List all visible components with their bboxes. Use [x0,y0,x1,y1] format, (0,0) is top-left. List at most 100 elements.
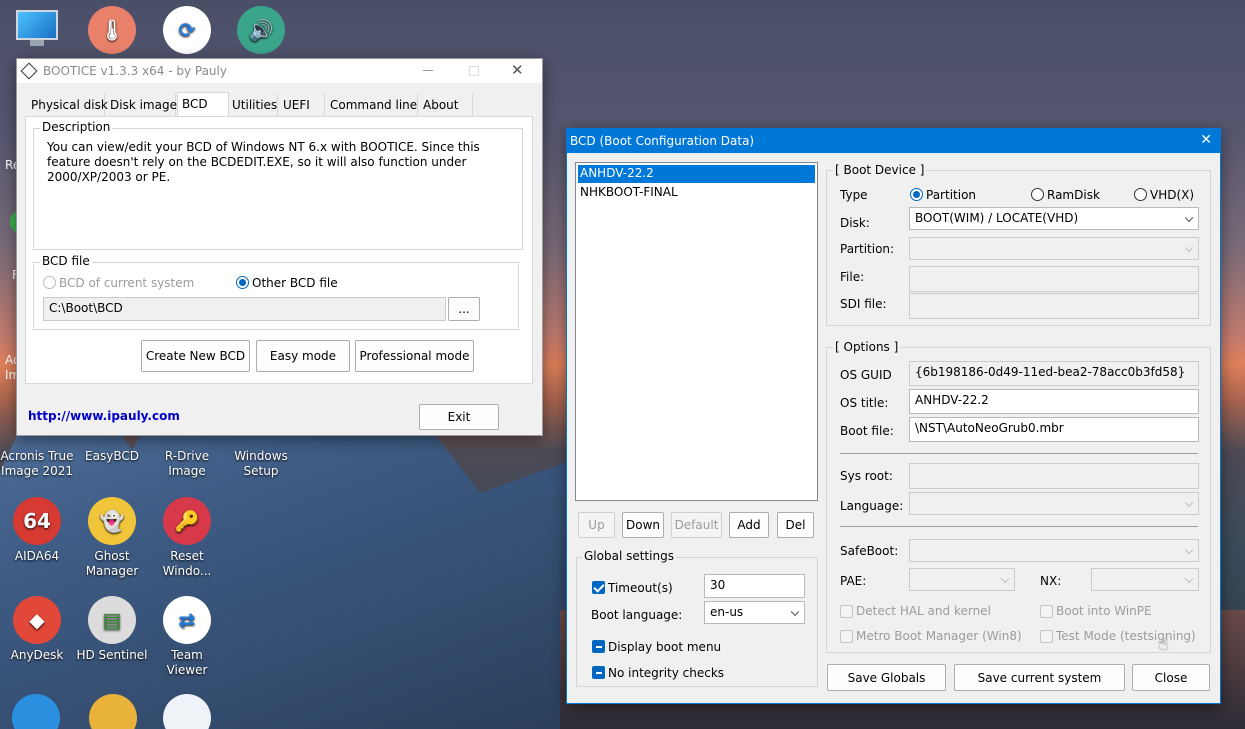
timeout-field[interactable]: 30 [704,574,805,598]
radio-vhdx[interactable] [1134,188,1147,201]
bcd-path-field[interactable]: C:\Boot\BCD [43,297,446,321]
bcd-title: BCD (Boot Configuration Data) [570,134,755,148]
desktop-icon-reset-windows[interactable]: 🔑 Reset Windo... [149,497,225,579]
close-button[interactable]: Close [1132,664,1210,691]
display-boot-menu-checkbox[interactable] [592,640,605,653]
tab-physical-disk[interactable]: Physical disk [27,94,108,116]
tab-utilities[interactable]: Utilities [228,94,278,116]
partition-select[interactable] [909,237,1199,260]
close-icon[interactable]: ✕ [1200,132,1212,148]
boot-file-field[interactable]: \NST\AutoNeoGrub0.mbr [909,417,1199,442]
file-field[interactable] [909,266,1199,292]
boot-language-label: Boot language: [591,608,683,622]
desktop-icon-anydesk[interactable]: ◆ AnyDesk [0,596,75,663]
close-icon[interactable]: ✕ [511,61,524,79]
down-button[interactable]: Down [622,512,664,538]
desktop-icon-ghost[interactable]: 👻 Ghost Manager [74,497,150,579]
create-new-bcd-button[interactable]: Create New BCD [141,340,250,372]
desktop-icon-aida64[interactable]: 64 AIDA64 [0,497,75,564]
desktop-icon-sync[interactable]: ⟳ [149,6,225,58]
global-settings-label: Global settings [582,549,676,563]
tab-about[interactable]: About [419,94,473,116]
radio-ramdisk[interactable] [1031,188,1044,201]
desktop-icon-label: AIDA64 [14,549,60,563]
radio-partition-label: Partition [926,188,977,202]
speaker-icon: 🔊 [237,6,285,54]
timeout-label: Timeout(s) [608,581,673,595]
default-button[interactable]: Default [671,512,722,538]
professional-mode-button[interactable]: Professional mode [355,340,474,372]
up-button[interactable]: Up [578,512,615,538]
website-link[interactable]: http://www.ipauly.com [28,409,180,423]
ghost-icon: 👻 [88,497,136,545]
tab-disk-image[interactable]: Disk image [106,94,177,116]
radio-partition[interactable] [910,188,923,201]
browse-button[interactable]: ... [448,297,480,321]
boot-winpe-checkbox[interactable] [1040,605,1053,618]
nx-select[interactable] [1091,568,1199,591]
disk-select[interactable]: BOOT(WIM) / LOCATE(VHD) [909,207,1199,230]
bcd-titlebar[interactable]: BCD (Boot Configuration Data) ✕ [567,129,1220,153]
mouse-cursor-icon: ☝ [1158,634,1169,655]
tab-bcd[interactable]: BCD [177,92,229,116]
description-label: Description [40,120,113,134]
desktop-icon-easybcd[interactable]: EasyBCD [74,449,150,464]
desktop-icon-rdrive[interactable]: R-Drive Image [149,449,225,479]
radio-current-system[interactable] [43,276,56,289]
pae-select[interactable] [909,568,1015,591]
os-guid-field[interactable]: {6b198186-0d49-11ed-bea2-78acc0b3fd58} [909,361,1199,386]
test-mode-label: Test Mode (testsigning) [1056,629,1196,643]
divider [840,526,1198,527]
sdi-file-label: SDI file: [840,297,887,311]
desktop-icon-label: Acronis True Image 2021 [0,449,74,478]
radio-other-bcd-label: Other BCD file [252,276,338,290]
minimize-icon[interactable] [423,70,433,71]
partition-label: Partition: [840,242,895,256]
language-select[interactable] [909,492,1199,515]
anydesk-icon: ◆ [13,596,61,644]
os-title-field[interactable]: ANHDV-22.2 [909,389,1199,414]
safeboot-label: SafeBoot: [840,544,899,558]
chevron-down-icon [790,607,800,616]
list-item[interactable]: NHKBOOT-FINAL [578,185,815,203]
desktop-icon-label: EasyBCD [85,449,139,463]
timeout-checkbox[interactable] [592,581,605,594]
add-button[interactable]: Add [729,512,769,538]
del-button[interactable]: Del [777,512,814,538]
boot-language-select[interactable]: en-us [704,601,805,624]
tab-uefi[interactable]: UEFI [279,94,325,116]
chevron-down-icon [1000,574,1010,583]
options-label: [ Options ] [833,340,901,354]
save-globals-button[interactable]: Save Globals [827,664,946,691]
desktop-icon-hd-sentinel[interactable]: ▤ HD Sentinel [74,596,150,663]
aida64-icon: 64 [13,497,61,545]
sys-root-field[interactable] [909,463,1199,489]
desktop-icon-acronis[interactable]: Acronis True Image 2021 [0,449,75,479]
language-label: Language: [840,499,904,513]
this-pc-icon[interactable] [16,10,58,48]
tab-command-line[interactable]: Command line [326,94,418,116]
detect-hal-checkbox[interactable] [840,605,853,618]
bootice-titlebar[interactable]: BOOTICE v1.3.3 x64 - by Pauly ✕ [17,59,542,83]
safeboot-select[interactable] [909,539,1199,562]
boot-winpe-label: Boot into WinPE [1056,604,1152,618]
hard-disk-icon: ▤ [88,596,136,644]
save-current-system-button[interactable]: Save current system [954,664,1125,691]
no-integrity-checkbox[interactable] [592,666,605,679]
chevron-down-icon [1184,545,1194,554]
desktop-icon-thermometer[interactable]: 🌡 [74,6,150,58]
exit-button[interactable]: Exit [419,404,499,430]
desktop-icon-sound[interactable]: 🔊 [223,6,299,58]
desktop-icon-teamviewer[interactable]: ⇄ Team Viewer [149,596,225,678]
easy-mode-button[interactable]: Easy mode [256,340,350,372]
list-item[interactable]: ANHDV-22.2 [578,165,815,183]
desktop-icon-windows-setup[interactable]: Windows Setup [223,449,299,479]
radio-other-bcd[interactable] [236,276,249,289]
maximize-icon[interactable] [469,66,479,76]
metro-checkbox[interactable] [840,630,853,643]
radio-ramdisk-label: RamDisk [1047,188,1100,202]
boot-entries-list[interactable]: ANHDV-22.2 NHKBOOT-FINAL [575,162,818,501]
sdi-file-field[interactable] [909,293,1199,319]
test-mode-checkbox[interactable] [1040,630,1053,643]
display-boot-menu-label: Display boot menu [608,640,722,654]
